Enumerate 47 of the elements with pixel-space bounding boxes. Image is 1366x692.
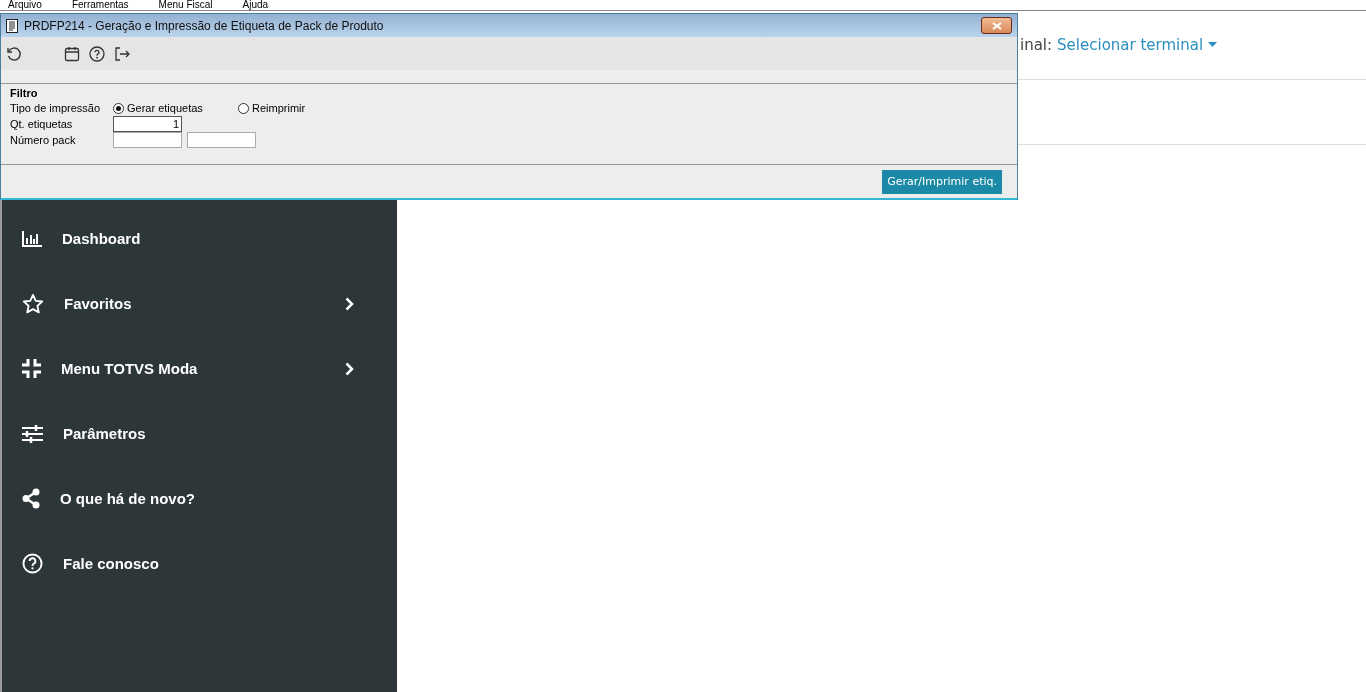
sidebar-label: Dashboard	[62, 230, 141, 247]
undo-icon[interactable]	[6, 45, 22, 62]
sidebar-item[interactable]: Favoritos	[2, 271, 397, 336]
share-icon	[22, 488, 40, 509]
sidebar-label: Parâmetros	[63, 425, 146, 442]
sidebar-item[interactable]: Menu TOTVS Moda	[2, 336, 397, 401]
radio-option[interactable]: Reimprimir	[238, 102, 363, 114]
pack-to-field[interactable]	[187, 132, 256, 148]
help-icon	[22, 553, 43, 574]
sidebar-label: Menu TOTVS Moda	[61, 360, 198, 377]
sidebar-label: O que há de novo?	[60, 490, 195, 507]
bar-chart-icon	[22, 230, 42, 247]
quantity-field[interactable]: 1	[113, 116, 182, 132]
window-title: PRDFP214 - Geração e Impressão de Etiqueta de Pack de Produto	[24, 18, 385, 33]
close-button[interactable]	[981, 17, 1012, 34]
radio-button[interactable]	[113, 102, 124, 114]
chevron-right-icon	[345, 296, 354, 311]
exit-icon[interactable]	[114, 45, 130, 62]
document-icon	[6, 18, 18, 33]
sidebar-label: Fale conosco	[63, 555, 159, 572]
terminal-label: inal:	[1020, 36, 1053, 54]
section-title: Filtro	[10, 87, 39, 100]
help-icon[interactable]	[89, 45, 105, 62]
sidebar-item[interactable]: Fale conosco	[2, 531, 397, 596]
generate-print-button[interactable]: Gerar/Imprimir etiq.	[882, 169, 1002, 194]
sidebar-item[interactable]: Dashboard	[2, 206, 397, 271]
star-icon	[22, 292, 44, 315]
menu-item[interactable]: Ferramentas	[71, 0, 129, 10]
sliders-icon	[22, 424, 43, 443]
field-label: Tipo de impressão	[10, 102, 102, 114]
terminal-select[interactable]: Selecionar terminal	[1057, 36, 1218, 54]
calendar-icon[interactable]	[64, 45, 80, 62]
field-label: Qt. etiquetas	[10, 118, 74, 130]
sidebar-item[interactable]: Parâmetros	[2, 401, 397, 466]
pack-from-field[interactable]	[113, 132, 182, 148]
menu-item[interactable]: Arquivo	[8, 0, 42, 10]
radio-button[interactable]	[238, 102, 249, 114]
caret-icon	[1208, 42, 1218, 48]
chevron-right-icon	[345, 361, 354, 376]
menu-item[interactable]: Ajuda	[242, 0, 269, 10]
compress-icon	[22, 359, 41, 378]
field-label: Número pack	[10, 134, 77, 146]
radio-option[interactable]: Gerar etiquetas	[113, 102, 238, 114]
menu-item[interactable]: Menu Fiscal	[158, 0, 213, 10]
close-icon	[991, 21, 1002, 30]
sidebar-item[interactable]: O que há de novo?	[2, 466, 397, 531]
sidebar-label: Favoritos	[64, 295, 132, 312]
